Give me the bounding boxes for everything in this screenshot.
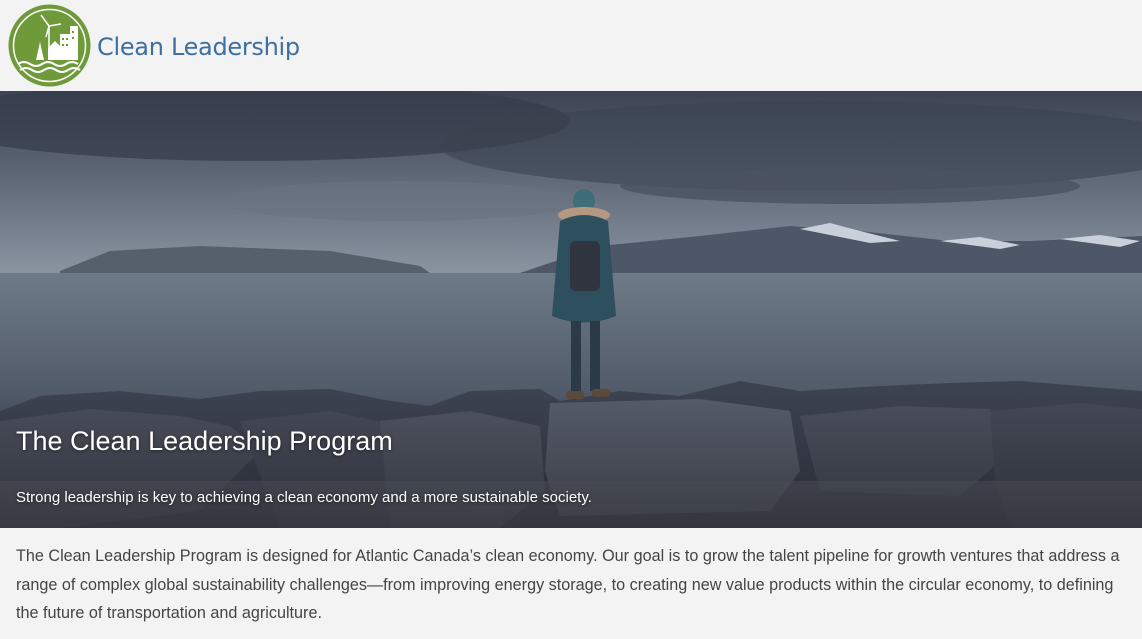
hero-image <box>0 91 1142 528</box>
logo-text: Clean Leadership <box>97 32 300 61</box>
logo-icon <box>8 4 91 87</box>
hero-banner: The Clean Leadership Program Strong lead… <box>0 91 1142 528</box>
site-header: Clean Leadership <box>0 0 1142 91</box>
logo-link[interactable]: Clean Leadership <box>8 4 300 87</box>
hero-title: The Clean Leadership Program <box>16 426 393 456</box>
hero-subtitle: Strong leadership is key to achieving a … <box>16 489 592 506</box>
intro-paragraph: The Clean Leadership Program is designed… <box>16 547 1120 622</box>
